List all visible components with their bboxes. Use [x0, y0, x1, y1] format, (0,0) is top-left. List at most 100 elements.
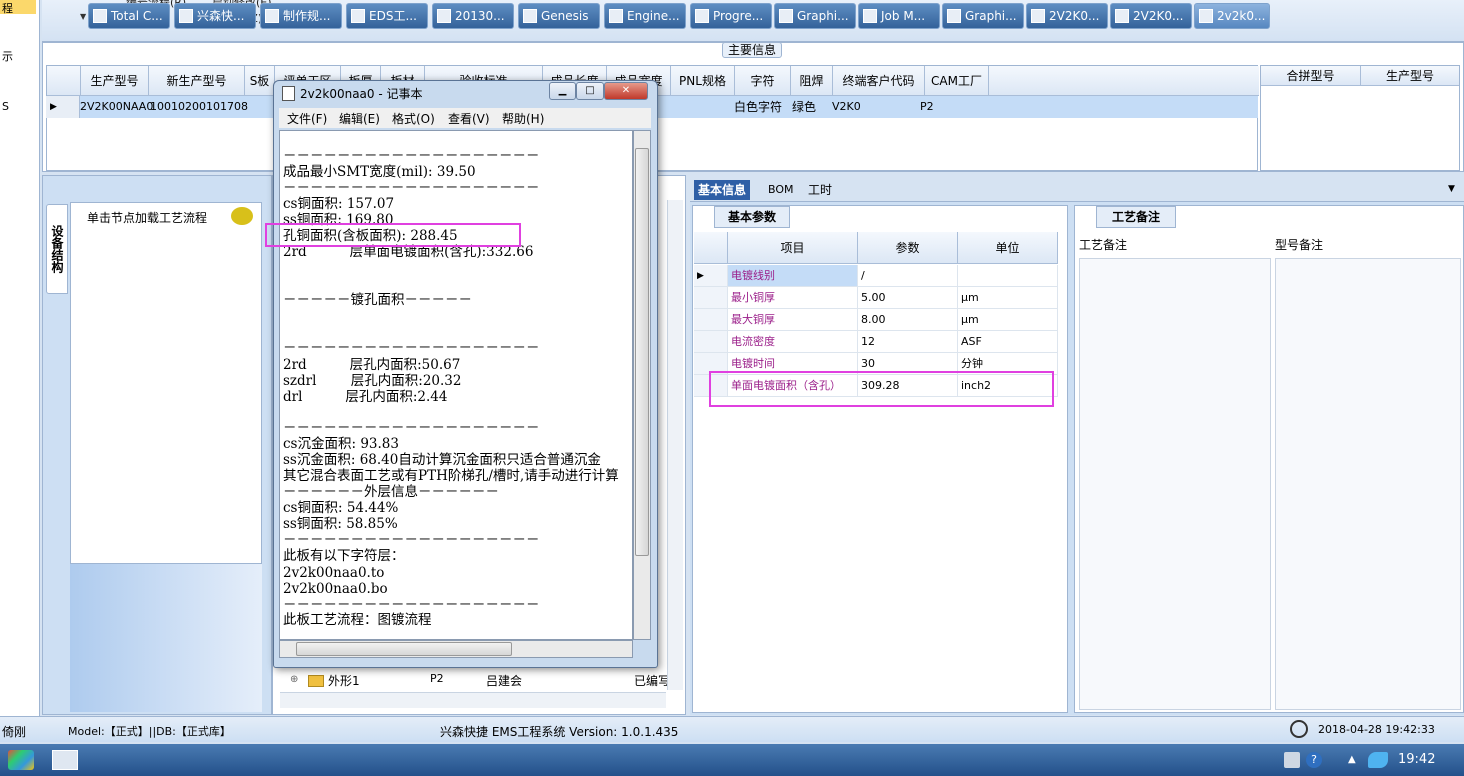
col-header-item[interactable]: 项目	[728, 232, 858, 264]
taskbar-item[interactable]: Graphi...	[774, 3, 856, 29]
tab-bom[interactable]: BOM	[764, 180, 798, 200]
taskbar-clock[interactable]: 19:42	[1398, 752, 1435, 767]
text-line: －－－－－－－－－－－－－－－－－－－	[283, 597, 540, 613]
tree-item-owner: 吕建会	[486, 674, 523, 688]
col-header-new-model[interactable]: 新生产型号	[149, 66, 245, 96]
col-header-customer[interactable]: 终端客户代码	[833, 66, 925, 96]
app-icon	[779, 9, 793, 23]
col-header-s-board[interactable]: S板	[245, 66, 275, 96]
menu-file[interactable]: 文件(F)	[287, 110, 327, 127]
col-header-param[interactable]: 参数	[858, 232, 958, 264]
col-header-cam[interactable]: CAM工厂	[925, 66, 989, 96]
param-value[interactable]: 12	[858, 331, 958, 353]
status-user: 倚刚	[2, 725, 27, 739]
minimize-button[interactable]: ▁	[549, 82, 576, 100]
chevron-down-icon[interactable]: ▼	[80, 12, 86, 21]
tab-basic-info[interactable]: 基本信息	[694, 180, 751, 200]
taskbar-item[interactable]: 兴森快...	[174, 3, 256, 29]
close-button[interactable]: ✕	[604, 82, 648, 100]
row-selector-icon[interactable]: ▶	[46, 96, 80, 118]
col-header-prod-model[interactable]: 生产型号	[81, 66, 149, 96]
speech-bubble-icon[interactable]	[231, 207, 253, 225]
highlight-box	[265, 223, 521, 247]
taskbar-item[interactable]: Progre...	[690, 3, 772, 29]
cell-customer: V2K0	[832, 100, 861, 113]
text-line: 成品最小SMT宽度(mil): 39.50	[283, 164, 476, 180]
taskbar-item[interactable]: EDS工...	[346, 3, 428, 29]
col-header-mask[interactable]: 阻焊	[791, 66, 833, 96]
tab-equipment-structure[interactable]: 设备结构	[46, 204, 68, 294]
help-icon[interactable]: ?	[1306, 752, 1322, 768]
taskbar-item[interactable]: 2V2K0...	[1026, 3, 1108, 29]
table-row[interactable]: 2V2K00NAA0 10010200101708 白色字符 绿色 V2K0 P…	[80, 96, 1258, 118]
taskbar-item[interactable]: 制作规...	[260, 3, 342, 29]
text-line: drl 层孔内面积:2.44	[283, 389, 448, 405]
text-line: 此板有以下字符层：	[283, 548, 405, 564]
taskbar-item[interactable]: Engine...	[604, 3, 686, 29]
table-row[interactable]: 最小铜厚 5.00 μm	[694, 287, 1060, 309]
col-header-pnl[interactable]: PNL规格	[671, 66, 735, 96]
table-row[interactable]: 电流密度 12 ASF	[694, 331, 1060, 353]
start-icon[interactable]	[8, 750, 34, 770]
notepad-title: 2v2k00naa0 - 记事本	[300, 87, 423, 101]
app-icon	[1031, 9, 1045, 23]
maximize-button[interactable]: □	[576, 82, 604, 100]
col-header-unit[interactable]: 单位	[958, 232, 1058, 264]
taskbar-item[interactable]: Job M...	[858, 3, 940, 29]
taskbar-item[interactable]: Genesis	[518, 3, 600, 29]
row-selector-icon[interactable]: ▶	[694, 265, 728, 287]
tray-app-icon[interactable]	[1368, 752, 1388, 768]
app-icon	[351, 9, 365, 23]
row-selector[interactable]	[694, 287, 728, 309]
scrollbar-thumb[interactable]	[296, 642, 512, 656]
left-panel-footer	[70, 564, 262, 712]
list-item[interactable]: ⊕ 外形1 P2 吕建会 已编写	[290, 672, 670, 690]
menu-view[interactable]: 查看(V)	[448, 110, 490, 127]
tray-expand-icon[interactable]: ▲	[1348, 754, 1356, 765]
vertical-scrollbar[interactable]	[667, 200, 683, 690]
param-value[interactable]: 8.00	[858, 309, 958, 331]
app-icon	[179, 9, 193, 23]
col-header-merge-model[interactable]: 合拼型号	[1261, 66, 1361, 86]
cell-new-model: 10010200101708	[150, 100, 248, 113]
table-row[interactable]: 最大铜厚 8.00 μm	[694, 309, 1060, 331]
notes-label-model: 型号备注	[1275, 238, 1324, 252]
text-line: －－－－－－外层信息－－－－－－	[283, 484, 499, 500]
menu-help[interactable]: 帮助(H)	[502, 110, 544, 127]
app-icon	[947, 9, 961, 23]
taskbar-item-active[interactable]: 2v2k0...	[1194, 3, 1270, 29]
scrollbar-thumb[interactable]	[635, 148, 649, 556]
taskbar-item[interactable]: 2V2K0...	[1110, 3, 1192, 29]
row-selector[interactable]	[694, 309, 728, 331]
merge-grid: 合拼型号 生产型号	[1260, 65, 1460, 171]
param-value[interactable]: /	[858, 265, 958, 287]
params-title: 基本参数	[714, 206, 790, 228]
quick-launch-icon[interactable]	[52, 750, 78, 770]
param-name: 电镀线别	[728, 265, 858, 287]
process-notes-textarea[interactable]	[1079, 258, 1271, 710]
model-notes-textarea[interactable]	[1275, 258, 1461, 710]
params-grid-corner	[694, 232, 728, 264]
horizontal-scrollbar[interactable]	[280, 692, 666, 708]
row-selector[interactable]	[694, 331, 728, 353]
col-header-merge-prod-model[interactable]: 生产型号	[1361, 66, 1459, 86]
chevron-down-icon[interactable]: ▼	[1448, 184, 1455, 194]
taskbar	[0, 744, 1464, 776]
left-edge-strip: 程 示 S	[0, 0, 40, 716]
tray-keyboard-icon[interactable]	[1284, 752, 1300, 768]
col-header-char[interactable]: 字符	[735, 66, 791, 96]
taskbar-item[interactable]: 20130...	[432, 3, 514, 29]
status-datetime: 2018-04-28 19:42:33	[1318, 723, 1435, 736]
table-row[interactable]: ▶ 电镀线别 /	[694, 265, 1060, 287]
text-line: ss沉金面积: 68.40自动计算沉金面积只适合普通沉金	[283, 452, 601, 468]
tree-expander-icon[interactable]: ⊕	[290, 674, 298, 685]
param-unit: μm	[958, 309, 1058, 331]
menu-edit[interactable]: 编辑(E)	[339, 110, 380, 127]
app-icon	[93, 9, 107, 23]
taskbar-item[interactable]: Total C...	[88, 3, 170, 29]
param-value[interactable]: 5.00	[858, 287, 958, 309]
tab-work-hours[interactable]: 工时	[804, 180, 836, 200]
taskbar-item[interactable]: Graphi...	[942, 3, 1024, 29]
left-edge-tab[interactable]: 程	[0, 0, 36, 15]
menu-format[interactable]: 格式(O)	[392, 110, 435, 127]
